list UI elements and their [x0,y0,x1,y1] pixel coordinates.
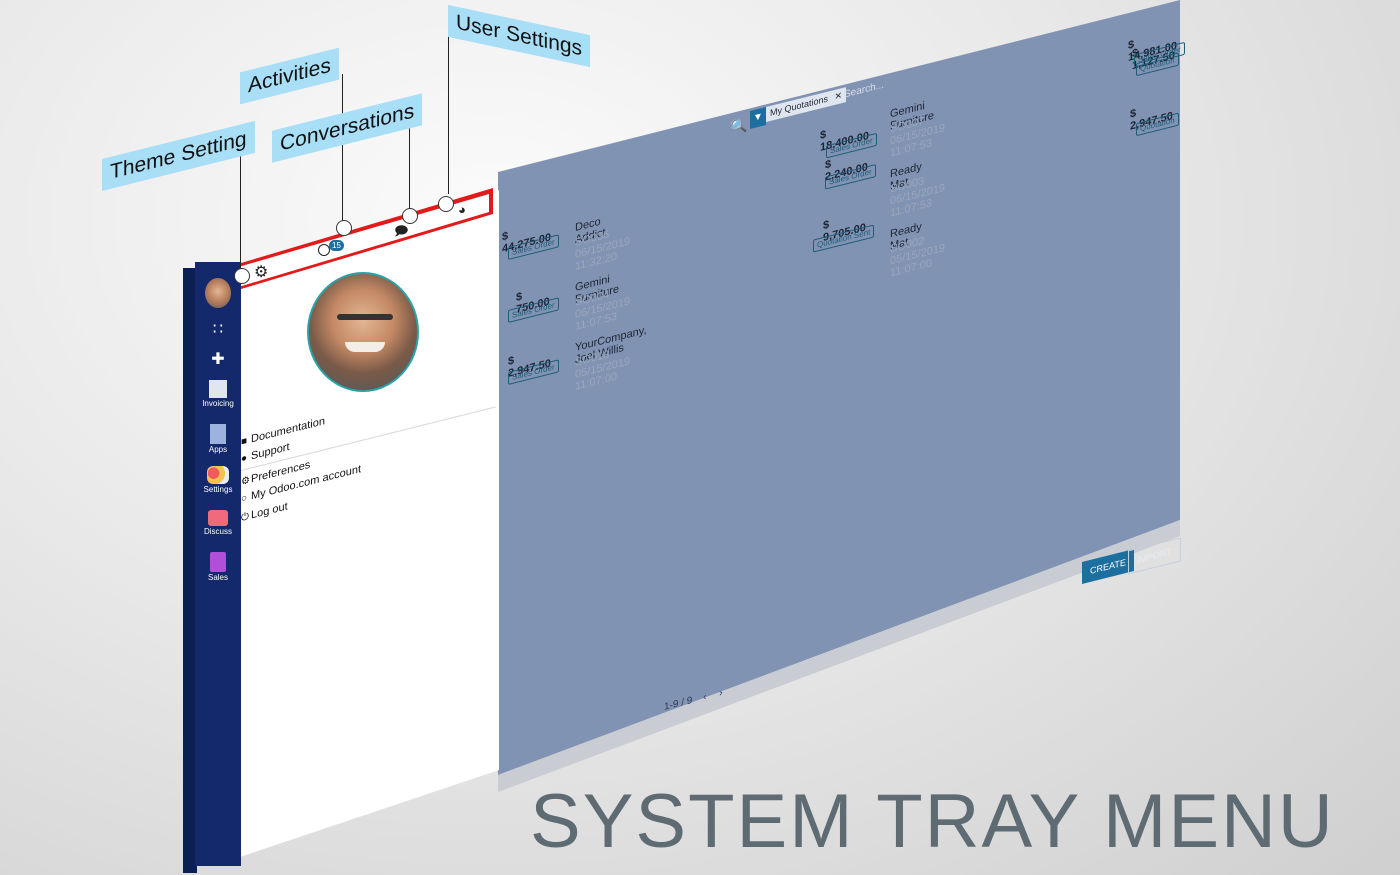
avatar [205,278,231,308]
sidebar-item-label: Discuss [203,527,232,536]
callout-marker-theme [234,268,250,284]
sidebar-item-plus[interactable]: ✚ [195,350,241,370]
callout-marker-user-settings [438,196,454,212]
chevron-left-icon[interactable]: ‹ [703,691,706,703]
callout-activities: Activities [240,47,339,105]
sidebar-item-invoicing[interactable]: Invoicing [195,380,241,408]
settings-icon [207,466,229,484]
page-banner-title: SYSTEM TRAY MENU [530,779,1335,864]
sidebar-item-label: Sales [207,573,228,582]
callout-marker-activities [336,220,352,236]
smile-shape [345,342,385,352]
invoicing-icon [209,380,227,398]
plus-icon: ✚ [211,351,225,368]
conversations-icon[interactable]: 🗩 [394,222,408,244]
sidebar-item-label: Settings [203,485,233,494]
close-icon[interactable]: ✕ [835,90,843,102]
app-sidebar: ∷ ✚ Invoicing Apps Settings Discuss Sale… [195,262,241,866]
sidebar-item-label: Invoicing [202,399,234,408]
apps-icon [210,424,226,444]
chevron-right-icon[interactable]: › [719,687,722,699]
sidebar-item-sales[interactable]: Sales [195,552,241,582]
leader-line-activities [342,74,343,222]
sidebar-avatar[interactable] [195,278,241,308]
callout-marker-conversations [402,208,418,224]
user-icon[interactable]: ◕ [458,202,466,217]
discuss-icon [208,510,228,526]
activity-count-badge: 15 [329,240,344,251]
sidebar-item-apps[interactable]: Apps [195,424,241,454]
leader-line-user-settings [448,34,449,194]
sales-icon [210,552,226,572]
glasses-shape [337,314,393,320]
sidebar-item-label: Apps [208,445,228,454]
gear-icon[interactable]: ⚙ [254,262,268,282]
callout-theme-setting: Theme Setting [102,120,255,192]
avatar [307,272,419,392]
sidebar-item-discuss[interactable]: Discuss [195,510,241,536]
callout-user-settings: User Settings [448,4,591,68]
sidebar-item-apps-grid[interactable]: ∷ [195,320,241,340]
callout-conversations: Conversations [272,93,423,163]
apps-grid-icon: ∷ [212,321,224,338]
sidebar-item-settings[interactable]: Settings [195,466,241,494]
